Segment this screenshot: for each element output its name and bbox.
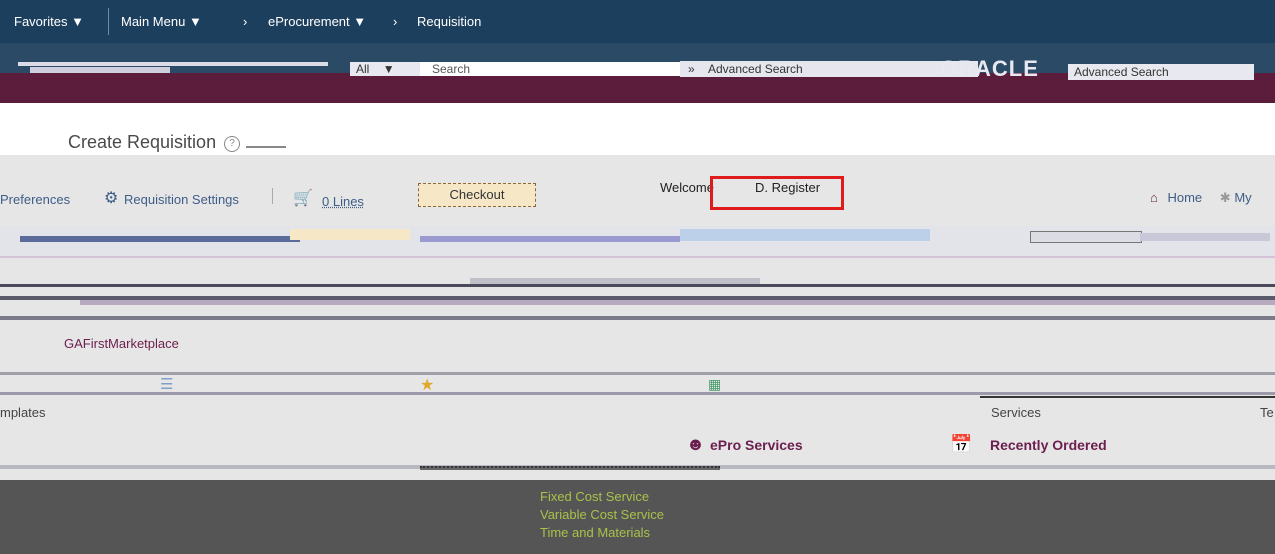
- favorites-label: Favorites: [14, 14, 68, 29]
- render-artifact: [20, 236, 300, 242]
- preferences-link[interactable]: Preferences: [0, 192, 70, 207]
- advanced-search-label: Advanced Search: [708, 62, 803, 76]
- checkout-button[interactable]: Checkout: [418, 183, 536, 207]
- page-title: Create Requisition: [68, 132, 217, 152]
- epro-services-link[interactable]: ePro Services: [710, 437, 803, 453]
- render-artifact: [680, 229, 930, 241]
- render-artifact: [80, 300, 1275, 305]
- render-artifact: [18, 62, 328, 66]
- render-artifact: [420, 466, 720, 470]
- advanced-search-link-right[interactable]: Advanced Search: [1068, 64, 1254, 80]
- welcome-label: Welcome: [660, 180, 714, 195]
- render-artifact: [980, 396, 1275, 398]
- render-artifact: [420, 236, 680, 242]
- render-artifact: [470, 278, 760, 284]
- breadcrumb-requisition[interactable]: Requisition: [417, 0, 481, 43]
- chevron-down-icon: ▼: [188, 14, 202, 29]
- render-artifact: [0, 284, 1275, 287]
- search-input[interactable]: Search: [420, 62, 687, 76]
- chevron-down-icon: ▼: [71, 14, 84, 29]
- service-items-list: Fixed Cost Service Variable Cost Service…: [540, 488, 664, 542]
- gear-icon: ⚙: [104, 190, 119, 207]
- search-scope-select[interactable]: All ▼: [350, 62, 426, 76]
- service-item-fixed-cost[interactable]: Fixed Cost Service: [540, 488, 664, 506]
- nav-divider: [108, 8, 109, 35]
- breadcrumb-eprocurement-label: eProcurement: [268, 14, 350, 29]
- oracle-logo: ORACLE: [940, 56, 1039, 81]
- services-link[interactable]: Services: [991, 405, 1041, 420]
- user-service-icon: ☻: [686, 434, 705, 454]
- templates-link-partial[interactable]: mplates: [0, 405, 46, 420]
- calendar-icon: 📅: [950, 434, 973, 454]
- render-artifact: [1030, 231, 1142, 243]
- render-artifact: [0, 392, 1275, 395]
- catalog-icon: ☰: [160, 376, 174, 393]
- service-item-time-materials[interactable]: Time and Materials: [540, 524, 664, 542]
- service-item-variable-cost[interactable]: Variable Cost Service: [540, 506, 664, 524]
- render-artifact: [246, 146, 286, 148]
- main-menu[interactable]: Main Menu ▼: [121, 0, 202, 43]
- favorites-menu[interactable]: Favorites ▼: [14, 0, 84, 43]
- main-menu-label: Main Menu: [121, 14, 186, 29]
- advanced-search-link[interactable]: » Advanced Search: [680, 61, 978, 77]
- highlight-box: [710, 176, 844, 210]
- requisition-settings-link[interactable]: Requisition Settings: [124, 192, 239, 207]
- recently-ordered-link[interactable]: Recently Ordered: [990, 437, 1107, 453]
- breadcrumb-arrow-icon: ›: [243, 14, 248, 29]
- template-icon: ▦: [708, 376, 722, 392]
- home-label: Home: [1167, 190, 1203, 205]
- my-label: My: [1234, 190, 1252, 205]
- render-artifact: [290, 229, 410, 240]
- render-artifact: [1140, 233, 1270, 241]
- chevron-down-icon: ▼: [382, 62, 395, 76]
- home-icon: ⌂: [1150, 190, 1158, 205]
- render-artifact: [0, 372, 1275, 375]
- te-link-partial[interactable]: Te: [1260, 405, 1274, 420]
- cart-icon: 🛒: [293, 190, 313, 207]
- home-link[interactable]: ⌂ Home ✱ My: [1150, 190, 1252, 206]
- render-artifact: [0, 316, 1275, 320]
- breadcrumb-arrow-icon: ›: [393, 14, 398, 29]
- marketplace-link[interactable]: GAFirstMarketplace: [64, 336, 179, 351]
- toolbar-divider: [272, 188, 273, 204]
- search-scope-label: All: [356, 62, 370, 76]
- help-icon[interactable]: ?: [224, 136, 240, 152]
- double-chevron-icon: »: [688, 62, 695, 76]
- star-icon: ✱: [1219, 190, 1231, 205]
- breadcrumb-eprocurement[interactable]: eProcurement ▼: [268, 0, 366, 43]
- top-nav-bar: Favorites ▼ Main Menu ▼ › eProcurement ▼…: [0, 0, 1275, 43]
- chevron-down-icon: ▼: [353, 14, 367, 29]
- lines-link[interactable]: 0 Lines: [322, 194, 364, 209]
- render-artifact: [0, 256, 1275, 258]
